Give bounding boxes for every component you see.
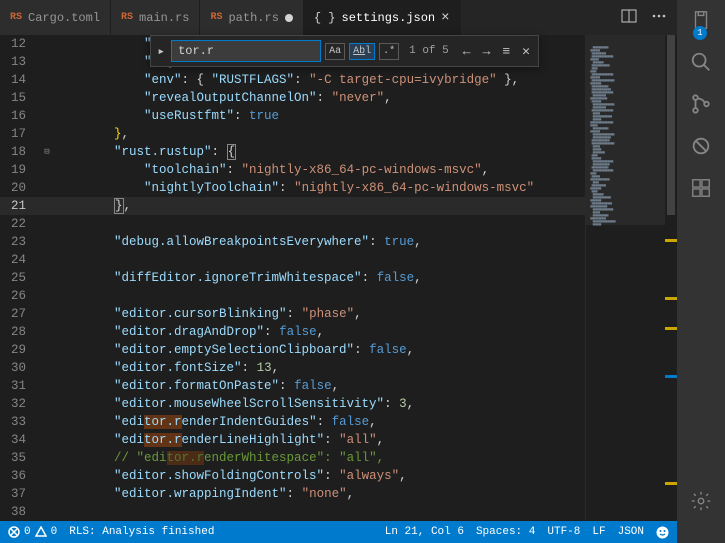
code-line[interactable]: 34 "editor.renderLineHighlight": "all",: [0, 431, 585, 449]
activity-bar: 1: [677, 0, 725, 543]
close-tab-icon[interactable]: ×: [441, 10, 449, 26]
code-line[interactable]: 23 "debug.allowBreakpointsEverywhere": t…: [0, 233, 585, 251]
tab-path-rs[interactable]: RS path.rs: [200, 0, 303, 35]
tab-bar: RS Cargo.toml RS main.rs RS path.rs { } setting…: [0, 0, 677, 35]
code-line[interactable]: 35 // "editor.renderWhitespace": "all",: [0, 449, 585, 467]
status-problems[interactable]: 0 0: [8, 526, 57, 538]
minimap[interactable]: █████████████ ████████ ████████████ ████…: [585, 35, 665, 521]
tab-settings-json[interactable]: { } settings.json ×: [304, 0, 461, 35]
find-expand-icon[interactable]: ▸: [155, 44, 167, 59]
code-line[interactable]: 30 "editor.fontSize": 13,: [0, 359, 585, 377]
settings-icon[interactable]: [689, 489, 713, 513]
find-widget: ▸ Aa Abl .* 1 of 5 ← → ≡ ✕: [150, 35, 539, 67]
code-line[interactable]: 24: [0, 251, 585, 269]
tab-label: settings.json: [342, 11, 436, 25]
rust-file-icon: RS: [121, 12, 133, 23]
code-line[interactable]: 33 "editor.renderIndentGuides": false,: [0, 413, 585, 431]
regex-toggle[interactable]: .*: [379, 43, 399, 60]
tab-label: path.rs: [228, 11, 278, 25]
code-line[interactable]: 18⊟ "rust.rustup": {: [0, 143, 585, 161]
find-prev-icon[interactable]: ←: [459, 44, 475, 59]
json-file-icon: { }: [314, 11, 336, 25]
code-line[interactable]: 22: [0, 215, 585, 233]
search-icon[interactable]: [689, 50, 713, 74]
source-control-icon[interactable]: [689, 92, 713, 116]
code-line[interactable]: 19 "toolchain": "nightly-x86_64-pc-windo…: [0, 161, 585, 179]
tab-label: main.rs: [139, 11, 189, 25]
status-bar: 0 0 RLS: Analysis finished Ln 21, Col 6 …: [0, 521, 677, 543]
tab-Cargo-toml[interactable]: RS Cargo.toml: [0, 0, 111, 35]
find-count: 1 of 5: [409, 45, 449, 57]
more-actions-icon[interactable]: [651, 8, 667, 28]
status-encoding[interactable]: UTF-8: [547, 526, 580, 538]
fold-icon[interactable]: ⊟: [44, 147, 49, 157]
explorer-icon[interactable]: 1: [689, 8, 713, 32]
code-line[interactable]: 16 "useRustfmt": true: [0, 107, 585, 125]
code-line[interactable]: 37 "editor.wrappingIndent": "none",: [0, 485, 585, 503]
code-line[interactable]: 38: [0, 503, 585, 521]
code-line[interactable]: 29 "editor.emptySelectionClipboard": fal…: [0, 341, 585, 359]
find-next-icon[interactable]: →: [479, 44, 495, 59]
rust-file-icon: RS: [210, 12, 222, 23]
status-feedback-icon[interactable]: [656, 526, 669, 539]
status-lang[interactable]: JSON: [618, 526, 644, 538]
dirty-indicator-icon: [285, 14, 293, 22]
debug-icon[interactable]: [689, 134, 713, 158]
tab-label: Cargo.toml: [28, 11, 100, 25]
tab-actions: [611, 0, 677, 35]
code-line[interactable]: 31 "editor.formatOnPaste": false,: [0, 377, 585, 395]
whole-word-toggle[interactable]: Abl: [349, 43, 375, 60]
status-eol[interactable]: LF: [592, 526, 605, 538]
split-editor-icon[interactable]: [621, 8, 637, 28]
status-spaces[interactable]: Spaces: 4: [476, 526, 535, 538]
activity-badge: 1: [693, 26, 707, 40]
tab-main-rs[interactable]: RS main.rs: [111, 0, 200, 35]
editor[interactable]: 12 "executor"13 "args"14 "env": { "RUSTF…: [0, 35, 677, 521]
code-line[interactable]: 21 },: [0, 197, 585, 215]
find-input[interactable]: [171, 40, 321, 62]
scrollbar[interactable]: [665, 35, 677, 521]
code-line[interactable]: 28 "editor.dragAndDrop": false,: [0, 323, 585, 341]
code-line[interactable]: 20 "nightlyToolchain": "nightly-x86_64-p…: [0, 179, 585, 197]
code-line[interactable]: 27 "editor.cursorBlinking": "phase",: [0, 305, 585, 323]
extensions-icon[interactable]: [689, 176, 713, 200]
status-lncol[interactable]: Ln 21, Col 6: [385, 526, 464, 538]
find-close-icon[interactable]: ✕: [518, 44, 534, 59]
code-line[interactable]: 14 "env": { "RUSTFLAGS": "-C target-cpu=…: [0, 71, 585, 89]
code-line[interactable]: 15 "revealOutputChannelOn": "never",: [0, 89, 585, 107]
code-line[interactable]: 26: [0, 287, 585, 305]
code-line[interactable]: 25 "diffEditor.ignoreTrimWhitespace": fa…: [0, 269, 585, 287]
code-line[interactable]: 36 "editor.showFoldingControls": "always…: [0, 467, 585, 485]
code-line[interactable]: 32 "editor.mouseWheelScrollSensitivity":…: [0, 395, 585, 413]
match-case-toggle[interactable]: Aa: [325, 43, 345, 60]
code-line[interactable]: 17 },: [0, 125, 585, 143]
find-selection-icon[interactable]: ≡: [498, 44, 514, 59]
scrollbar-thumb[interactable]: [667, 35, 675, 215]
status-rls[interactable]: RLS: Analysis finished: [69, 526, 214, 538]
rust-file-icon: RS: [10, 12, 22, 23]
